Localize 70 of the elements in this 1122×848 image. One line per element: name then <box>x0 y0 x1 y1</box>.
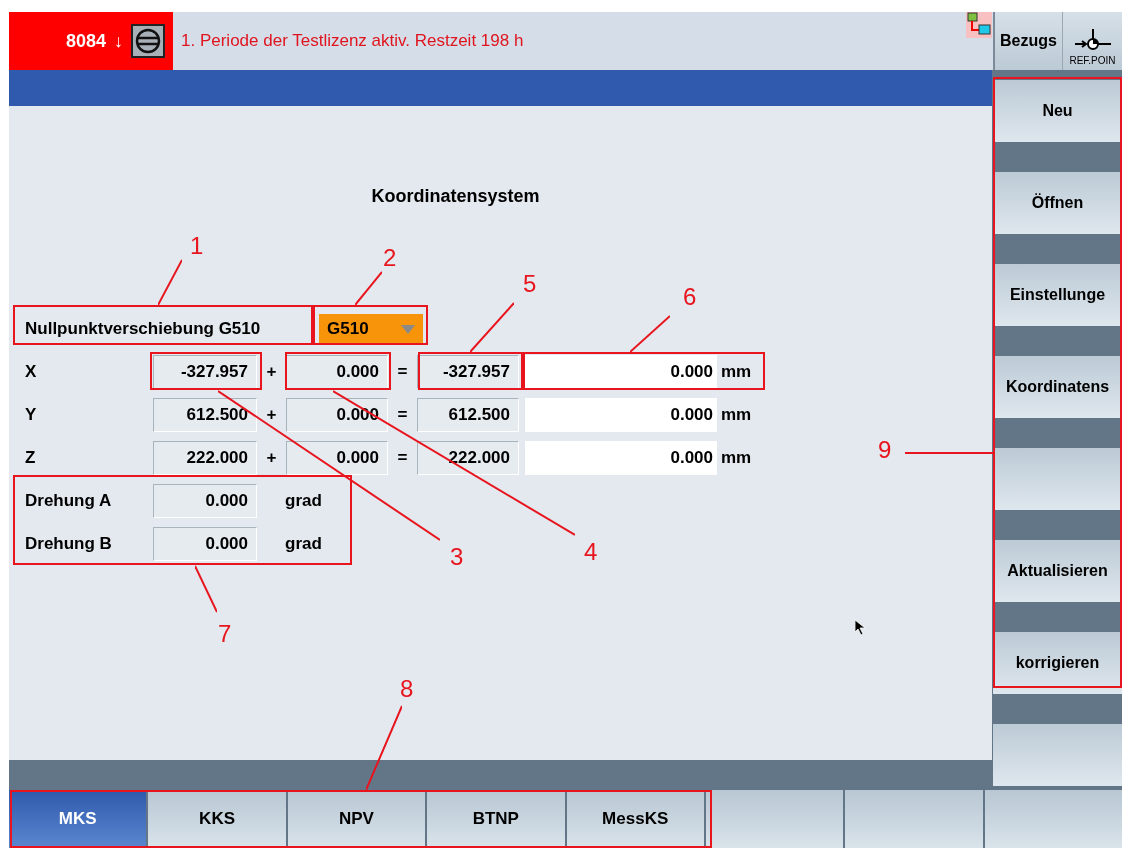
readonly-field: -327.957 <box>417 355 519 389</box>
equals-sign: = <box>396 447 409 470</box>
bottom-tab[interactable]: NPV <box>287 790 426 848</box>
unit-label: grad <box>285 533 322 556</box>
readonly-field: 222.000 <box>417 441 519 475</box>
reference-button[interactable]: Bezugs <box>993 12 1062 70</box>
offset-input[interactable]: 0.000 <box>525 398 717 432</box>
dropdown-caret-icon <box>401 324 415 334</box>
bottom-tab[interactable]: KKS <box>148 790 286 848</box>
callout-number: 1 <box>190 234 204 258</box>
bottom-tab[interactable] <box>705 790 844 848</box>
offset-input[interactable]: 0.000 <box>525 441 717 475</box>
plus-sign: + <box>265 361 278 384</box>
callout-number: 2 <box>383 246 397 270</box>
callout-number: 6 <box>683 285 697 309</box>
ref-point-button[interactable]: REF.POIN <box>1062 12 1122 70</box>
unit-label: mm <box>721 404 752 427</box>
alarm-area[interactable]: 8084 ↓ <box>9 12 173 70</box>
readonly-field: 0.000 <box>286 398 388 432</box>
softkey-button[interactable]: korrigieren <box>993 632 1122 694</box>
equals-sign: = <box>396 361 409 384</box>
readonly-field: 0.000 <box>153 484 257 518</box>
softkey-button[interactable]: Einstellunge <box>993 264 1122 326</box>
readonly-field: 0.000 <box>153 527 257 561</box>
leader-line <box>195 565 217 613</box>
bottom-tab[interactable]: BTNP <box>427 790 565 848</box>
offset-dropdown[interactable]: G510 <box>319 314 423 344</box>
bottom-tab[interactable]: MKS <box>9 790 147 848</box>
callout-number: 7 <box>218 622 232 646</box>
reset-icon <box>131 24 165 58</box>
readonly-field: 222.000 <box>153 441 257 475</box>
plus-sign: + <box>265 447 278 470</box>
unit-label: mm <box>721 447 752 470</box>
axis-label: Z <box>25 447 37 470</box>
softkey-button[interactable] <box>993 448 1122 510</box>
readonly-field: 612.500 <box>417 398 519 432</box>
plus-sign: + <box>265 404 278 427</box>
leader-line <box>470 302 514 353</box>
callout-number: 4 <box>584 540 598 564</box>
softkey-button[interactable]: Neu <box>993 80 1122 142</box>
readonly-field: 0.000 <box>286 355 388 389</box>
page-title: Koordinatensystem <box>371 185 540 208</box>
alarm-arrow: ↓ <box>114 29 123 53</box>
rotation-label: Drehung B <box>25 533 113 556</box>
axis-label: X <box>25 361 38 384</box>
offset-input[interactable]: 0.000 <box>525 355 717 389</box>
callout-number: 9 <box>878 438 892 462</box>
readonly-field: 0.000 <box>286 441 388 475</box>
equals-sign: = <box>396 404 409 427</box>
readonly-field: -327.957 <box>153 355 257 389</box>
unit-label: grad <box>285 490 322 513</box>
leader-line <box>158 259 182 306</box>
mouse-cursor-icon <box>855 620 866 636</box>
unit-label: mm <box>721 361 752 384</box>
leader-line <box>355 271 382 306</box>
callout-number: 8 <box>400 677 414 701</box>
readonly-field: 612.500 <box>153 398 257 432</box>
offset-label: Nullpunktverschiebung G510 <box>25 319 262 339</box>
rotation-label: Drehung A <box>25 490 113 513</box>
softkey-button[interactable]: Öffnen <box>993 172 1122 234</box>
callout-number: 3 <box>450 545 464 569</box>
status-message: 1. Periode der Testlizenz aktiv. Restzeit 198 h <box>181 30 524 53</box>
alarm-number: 8084 <box>65 29 106 53</box>
callout-number: 5 <box>523 272 537 296</box>
leader-line <box>630 315 670 353</box>
softkey-button[interactable]: Koordinatens <box>993 356 1122 418</box>
axis-label: Y <box>25 404 38 427</box>
bottom-tab[interactable]: MessKS <box>566 790 704 848</box>
softkey-button[interactable]: Aktualisieren <box>993 540 1122 602</box>
network-icon <box>966 12 992 38</box>
